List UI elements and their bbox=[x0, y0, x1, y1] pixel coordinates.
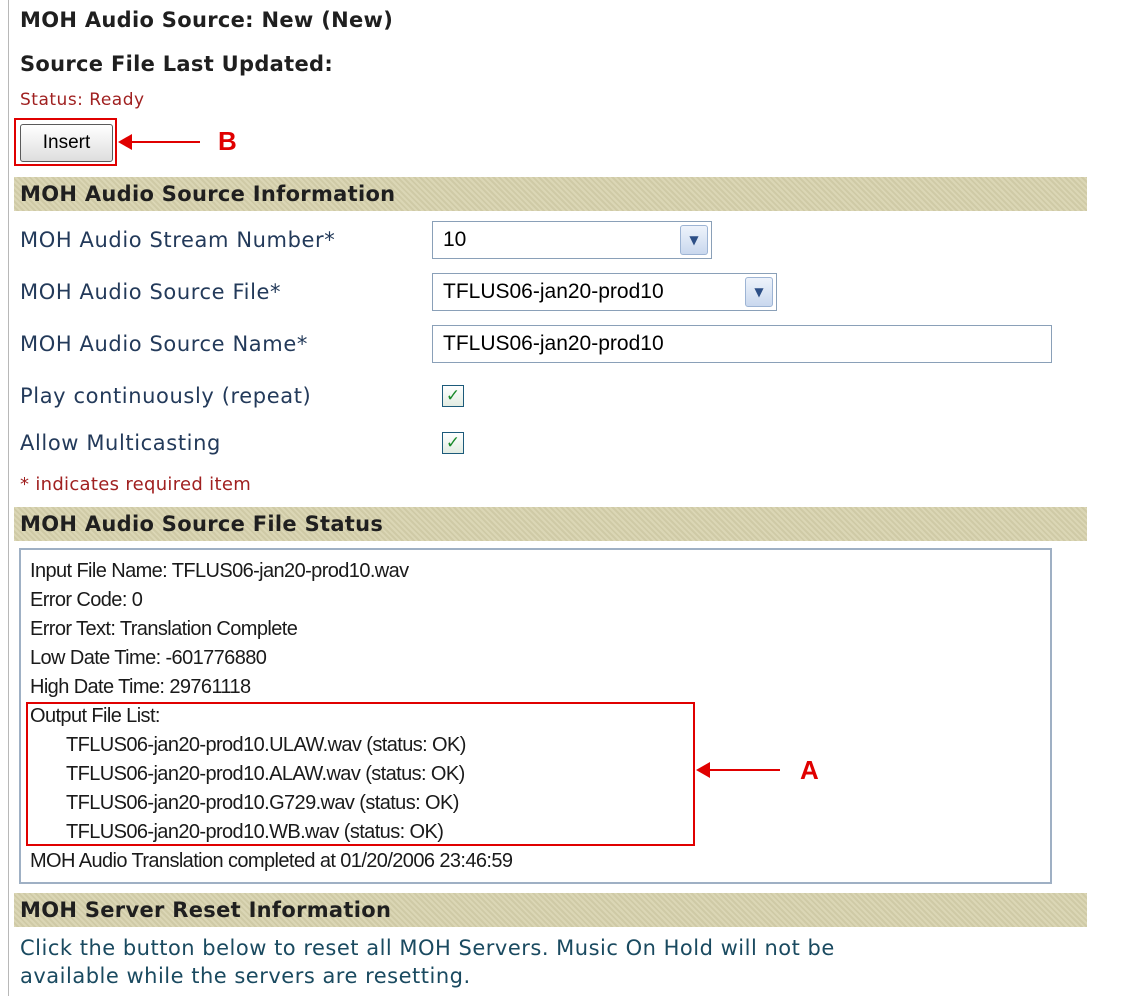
stream-number-value: 10 bbox=[443, 228, 467, 251]
chevron-down-icon[interactable]: ▼ bbox=[680, 225, 708, 255]
reset-info-line-1: Click the button below to reset all MOH … bbox=[20, 936, 835, 960]
status-line-error-text: Error Text: Translation Complete bbox=[30, 618, 298, 640]
source-file-select[interactable]: TFLUS06-jan20-prod10 ▼ bbox=[432, 273, 777, 311]
status-line-high-date: High Date Time: 29761118 bbox=[30, 676, 251, 698]
page-title: MOH Audio Source: New (New) bbox=[20, 8, 394, 32]
left-border bbox=[8, 0, 9, 996]
callout-a-highlight bbox=[26, 702, 695, 846]
source-name-label: MOH Audio Source Name* bbox=[20, 332, 308, 356]
last-updated-label: Source File Last Updated: bbox=[20, 52, 334, 76]
stream-number-label: MOH Audio Stream Number* bbox=[20, 228, 336, 252]
status-text: Status: Ready bbox=[20, 90, 145, 110]
allow-multicasting-checkbox[interactable]: ✓ bbox=[442, 432, 464, 454]
section-header-info: MOH Audio Source Information bbox=[14, 177, 1087, 211]
status-line-low-date: Low Date Time: -601776880 bbox=[30, 647, 267, 669]
callout-a-label: A bbox=[800, 755, 819, 785]
section-header-file-status: MOH Audio Source File Status bbox=[14, 507, 1087, 541]
checkmark-icon: ✓ bbox=[445, 432, 461, 453]
chevron-down-icon[interactable]: ▼ bbox=[745, 277, 773, 307]
stream-number-select[interactable]: 10 ▼ bbox=[432, 221, 712, 259]
source-file-label: MOH Audio Source File* bbox=[20, 280, 282, 304]
section-header-reset: MOH Server Reset Information bbox=[14, 893, 1087, 927]
callout-b-label: B bbox=[218, 126, 237, 156]
status-line-error-code: Error Code: 0 bbox=[30, 589, 143, 611]
source-name-input[interactable] bbox=[432, 325, 1052, 363]
callout-b-line bbox=[130, 141, 200, 143]
status-line-input-file: Input File Name: TFLUS06-jan20-prod10.wa… bbox=[30, 560, 409, 582]
status-line-completed: MOH Audio Translation completed at 01/20… bbox=[30, 850, 513, 872]
play-continuously-label: Play continuously (repeat) bbox=[20, 384, 312, 408]
insert-button[interactable]: Insert bbox=[20, 124, 113, 162]
source-file-value: TFLUS06-jan20-prod10 bbox=[443, 280, 664, 303]
play-continuously-checkbox[interactable]: ✓ bbox=[442, 385, 464, 407]
reset-info-line-2: available while the servers are resettin… bbox=[20, 964, 471, 988]
checkmark-icon: ✓ bbox=[445, 385, 461, 406]
allow-multicasting-label: Allow Multicasting bbox=[20, 431, 221, 455]
callout-a-line bbox=[708, 769, 780, 771]
required-note: * indicates required item bbox=[20, 474, 252, 495]
